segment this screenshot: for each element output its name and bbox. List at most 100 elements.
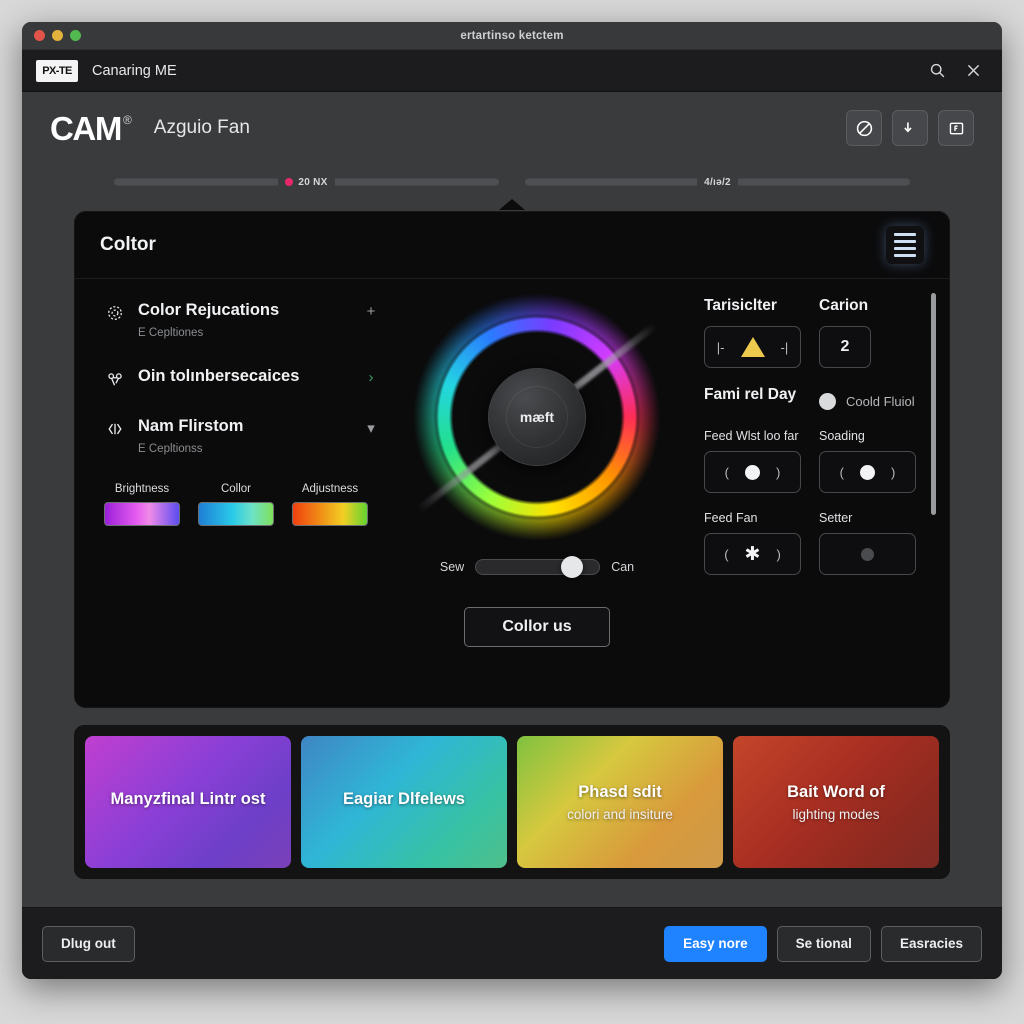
setting-heading: Carion — [819, 297, 869, 314]
swatch-adjustness[interactable]: Adjustness — [292, 483, 368, 526]
easy-nore-button[interactable]: Easy nore — [664, 925, 767, 962]
dot-icon — [745, 464, 760, 480]
preset-card[interactable]: Eagiar Dlfelews — [301, 736, 507, 868]
dlug-out-button[interactable]: Dlug out — [42, 925, 135, 962]
registered-mark: ® — [122, 112, 132, 127]
screen-icon-button[interactable] — [938, 110, 974, 146]
radio-icon[interactable] — [819, 393, 836, 410]
field-label: Feed Fan — [704, 511, 758, 525]
hamburger-menu-icon[interactable] — [886, 225, 924, 264]
field-soading: Soading ( ) — [819, 429, 916, 511]
preset-card-subtitle: lighting modes — [792, 806, 880, 822]
option-row-color-rejucations[interactable]: Color Rejucations E Cepltiones + — [102, 301, 382, 339]
carion-value-box[interactable]: 2 — [819, 326, 871, 368]
chevron-down-icon[interactable]: ▾ — [360, 417, 382, 437]
option-row-oin-tolinbersecaices[interactable]: Oin tolınbersecaices › — [102, 367, 382, 389]
preset-card[interactable]: Manyzfinal Lintr ost — [85, 736, 291, 868]
field-feed-fan: Feed Fan ( ✱ ) — [704, 511, 801, 593]
bracket-right-icon: ) — [891, 464, 896, 480]
panel-header: Coltor — [74, 211, 950, 279]
slider-right-label: Can — [611, 560, 635, 574]
easracies-button[interactable]: Easracies — [880, 925, 982, 962]
carion-value: 2 — [840, 338, 850, 355]
bracket-left-icon: ( — [724, 464, 729, 480]
preset-cards: Manyzfinal Lintr ost Eagiar Dlfelews Pha… — [74, 725, 950, 879]
bracket-left-icon: ( — [839, 464, 844, 480]
panel-caret-indicator — [499, 199, 525, 210]
block-icon-button[interactable] — [846, 110, 882, 146]
field-label: Feed Wlst loo far — [704, 429, 799, 443]
app-tabstrip: PX-TE Canaring ME — [22, 50, 1002, 92]
option-text: Nam Flirstom E Cepltionss — [128, 417, 360, 455]
panel-body: Color Rejucations E Cepltiones + Oin tol… — [74, 279, 950, 708]
swatch-bar[interactable] — [198, 501, 274, 526]
option-subtitle: E Cepltiones — [138, 326, 204, 339]
settings-section-header: Fami rel Day Coold Fluiol — [704, 386, 916, 415]
swatch-brightness[interactable]: Brightness — [104, 483, 180, 526]
add-icon[interactable]: + — [360, 301, 382, 320]
progress-step[interactable]: 4/ıə/2 — [525, 176, 910, 188]
settings-grid-top: Tarisiclter |- -| Carion 2 — [704, 297, 916, 386]
gradient-swatches: Brightness Collor Adjustness — [102, 483, 382, 526]
se-tional-button[interactable]: Se tional — [776, 925, 871, 962]
field-control[interactable]: ( ) — [704, 451, 801, 493]
preset-card-title: Bait Word of — [787, 782, 885, 801]
bracket-right-icon: ) — [776, 546, 781, 562]
code-brackets-icon — [102, 417, 128, 438]
field-control[interactable]: ( ✱ ) — [704, 533, 801, 575]
field-control[interactable]: ( ) — [819, 451, 916, 493]
radio-option-coold-fluiol[interactable]: Coold Fluiol — [819, 386, 916, 415]
page-title: Azguio Fan — [153, 117, 250, 138]
star-icon: ✱ — [744, 543, 761, 565]
swatch-bar[interactable] — [292, 501, 368, 526]
slider-left-label: Sew — [439, 560, 465, 574]
swatch-label: Brightness — [114, 482, 170, 495]
close-icon[interactable] — [958, 56, 988, 86]
triangle-control[interactable]: |- -| — [704, 326, 801, 368]
slider-thumb[interactable] — [561, 556, 584, 578]
swatch-collor[interactable]: Collor — [198, 483, 274, 526]
option-text: Color Rejucations E Cepltiones — [128, 301, 360, 339]
brand-logo: CAM ® — [50, 112, 132, 145]
progress-step[interactable]: 20 NX — [114, 176, 499, 188]
swatch-bar[interactable] — [104, 501, 180, 526]
option-title: Color Rejucations — [138, 301, 280, 319]
settings-grid-fields: Feed Wlst loo far ( ) Soading ( ) Feed F… — [704, 429, 916, 593]
gear-dotted-icon — [102, 301, 128, 322]
window-title: ertartinso ketctem — [460, 29, 564, 42]
preset-card-subtitle: colori and insiture — [567, 806, 673, 822]
tab-label[interactable]: Canaring ME — [92, 63, 177, 79]
setting-heading: Tarisiclter — [704, 297, 777, 314]
progress-step-label: 4/ıə/2 — [697, 176, 738, 188]
bracket-left-icon: ( — [724, 546, 729, 562]
progress-step-label: 20 NX — [278, 176, 335, 188]
settings-column: Tarisiclter |- -| Carion 2 Fami rel Day … — [682, 279, 950, 708]
preset-card[interactable]: Phasd sdit colori and insiture — [517, 736, 723, 868]
triangle-icon — [740, 337, 765, 357]
preset-card-title: Phasd sdit — [578, 782, 662, 801]
panel-scrollbar[interactable] — [931, 293, 936, 515]
option-text: Oin tolınbersecaices — [128, 367, 360, 387]
preset-card[interactable]: Bait Word of lighting modes — [733, 736, 939, 868]
nodes-icon — [102, 367, 128, 389]
options-column: Color Rejucations E Cepltiones + Oin tol… — [74, 279, 392, 708]
progress-steps: 20 NX 4/ıə/2 — [22, 164, 1002, 210]
setting-group-tarisiclter: Tarisiclter |- -| — [704, 297, 801, 386]
os-window: ertartinso ketctem PX-TE Canaring ME CAM… — [22, 22, 1002, 979]
field-control[interactable] — [819, 533, 916, 575]
footer-bar: Dlug out Easy nore Se tional Easracies — [22, 907, 1002, 979]
option-row-nam-flirstom[interactable]: Nam Flirstom E Cepltionss ▾ — [102, 417, 382, 455]
download-arrow-icon-button[interactable] — [892, 110, 928, 146]
color-wheel[interactable]: mæft — [407, 287, 667, 547]
color-wheel-hub[interactable]: mæft — [488, 368, 586, 466]
chevron-right-icon[interactable]: › — [360, 367, 382, 386]
option-title: Oin tolınbersecaices — [138, 366, 300, 385]
slider-track[interactable] — [475, 556, 601, 578]
radio-label: Coold Fluiol — [846, 394, 915, 409]
swatch-label: Adjustness — [301, 482, 359, 495]
setting-group-carion: Carion 2 — [819, 297, 916, 386]
collor-us-button[interactable]: Collor us — [464, 607, 610, 647]
dot-dim-icon — [861, 547, 874, 561]
color-wheel-hub-label: mæft — [519, 409, 555, 425]
search-icon[interactable] — [922, 56, 952, 86]
